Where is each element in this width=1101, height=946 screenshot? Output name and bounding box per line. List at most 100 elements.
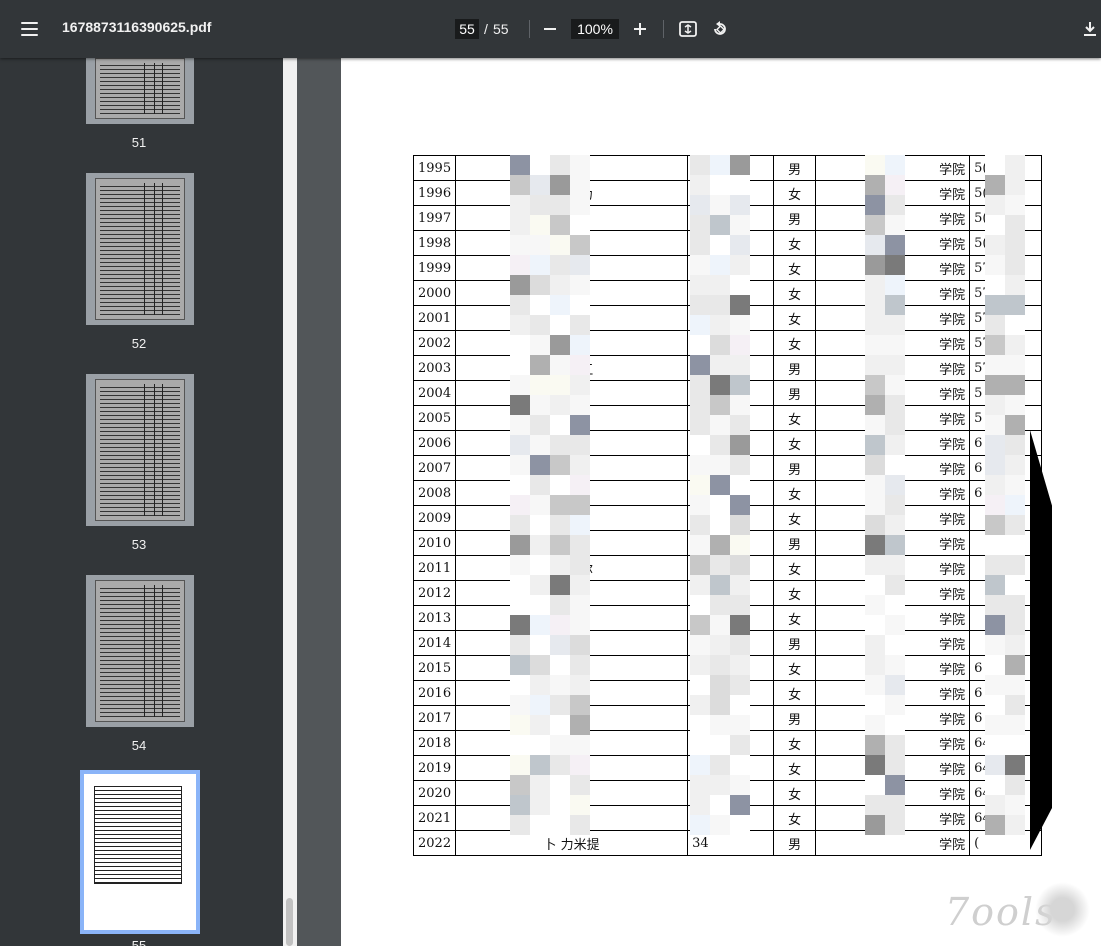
toolbar-divider [663, 20, 664, 38]
table-cell-sex: 女 [773, 680, 817, 706]
table-cell-no: 2005 [412, 405, 457, 431]
table-cell-no: 2002 [412, 330, 457, 356]
table-cell-no: 2014 [412, 630, 457, 656]
menu-icon [20, 22, 38, 24]
table-cell-no: 2018 [412, 730, 457, 756]
page-thumbnail[interactable] [86, 374, 194, 526]
table-cell-no: 2010 [412, 530, 457, 556]
table-cell-sex: 女 [773, 780, 817, 806]
table-cell-no: 1995 [412, 155, 457, 181]
zoom-in-icon [634, 23, 646, 35]
table-cell-no: 1996 [412, 180, 457, 206]
table-cell-sex: 男 [773, 630, 817, 656]
table-cell-no: 2015 [412, 655, 457, 681]
table-cell-sex: 男 [773, 205, 817, 231]
thumbnail-label: 53 [131, 537, 147, 552]
thumbnail-label: 52 [131, 336, 147, 351]
table-cell-no: 2006 [412, 430, 457, 456]
sidebar-scrollbar-thumb[interactable] [286, 898, 293, 946]
page-separator: / [484, 21, 488, 37]
table-cell-sex: 女 [773, 180, 817, 206]
table-cell-no: 1997 [412, 205, 457, 231]
watermark-splat [1035, 882, 1090, 937]
table-cell-no: 2001 [412, 305, 457, 331]
thumbnail-label: 55 [131, 938, 147, 946]
page-number-input[interactable] [455, 19, 479, 39]
table-cell-sex: 男 [773, 705, 817, 731]
table-cell-sex: 女 [773, 555, 817, 581]
menu-icon-line [20, 28, 38, 30]
page-thumbnail[interactable] [86, 58, 194, 124]
thumbnail-label: 51 [131, 135, 147, 150]
table-cell-sex: 男 [773, 380, 817, 406]
pdf-toolbar: 1678873116390625.pdf / 55 [0, 0, 1101, 58]
mosaic-blur [985, 155, 1025, 835]
table-cell-sex: 女 [773, 605, 817, 631]
table-cell-sex: 男 [773, 530, 817, 556]
table-cell-no: 2019 [412, 755, 457, 781]
table-cell-sex: 女 [773, 305, 817, 331]
menu-icon-line [20, 34, 38, 36]
table-cell-no: 2000 [412, 280, 457, 306]
table-cell-no: 2017 [412, 705, 457, 731]
table-cell-no: 2013 [412, 605, 457, 631]
document-title: 1678873116390625.pdf [62, 19, 212, 35]
table-cell-no: 2011 [412, 555, 457, 581]
table-cell-sex: 女 [773, 480, 817, 506]
thumbnail-sidebar: 51 52 53 54 55 [0, 58, 297, 946]
table-cell-sex: 男 [773, 155, 817, 181]
table-cell-no: 2020 [412, 780, 457, 806]
table-cell-no: 2004 [412, 380, 457, 406]
table-cell-sex: 女 [773, 430, 817, 456]
table-cell-sex: 女 [773, 805, 817, 831]
thumbnail-sheet [95, 580, 185, 722]
table-cell-sex: 女 [773, 755, 817, 781]
page-thumbnail[interactable] [86, 173, 194, 325]
rotate-icon [714, 21, 726, 35]
rotate-button[interactable] [705, 14, 735, 44]
thumbnail-sheet [95, 178, 185, 320]
table-cell-sex: 女 [773, 730, 817, 756]
zoom-out-button[interactable] [535, 14, 565, 44]
table-cell-no: 2022 [412, 830, 457, 856]
table-cell-sex: 女 [773, 230, 817, 256]
page-total: 55 [493, 21, 509, 37]
fit-page-button[interactable] [673, 14, 703, 44]
mosaic-blur [690, 155, 750, 835]
sidebar-scrollbar-track[interactable] [283, 58, 297, 946]
mosaic-blur [510, 155, 590, 835]
table-cell-sex: 女 [773, 280, 817, 306]
table-cell-no: 2009 [412, 505, 457, 531]
table-cell-no: 2016 [412, 680, 457, 706]
download-icon [1084, 22, 1096, 36]
table-cell-sex: 男 [773, 830, 817, 856]
menu-button[interactable] [14, 15, 44, 43]
zoom-input[interactable] [571, 19, 619, 39]
download-button[interactable] [1075, 14, 1101, 44]
table-cell-no: 2021 [412, 805, 457, 831]
thumbnail-sheet [94, 786, 182, 884]
thumbnail-sheet [95, 58, 185, 119]
fit-page-icon [679, 21, 697, 37]
zoom-out-icon [544, 28, 556, 30]
zoom-in-button[interactable] [625, 14, 655, 44]
table-cell-no: 2007 [412, 455, 457, 481]
page-thumbnail[interactable] [86, 575, 194, 727]
page-thumbnail-active[interactable] [80, 770, 200, 934]
mosaic-blur [865, 155, 905, 835]
table-cell-sex: 女 [773, 405, 817, 431]
table-cell-no: 2012 [412, 580, 457, 606]
table-cell-sex: 女 [773, 505, 817, 531]
thumbnail-label: 54 [131, 738, 147, 753]
table-cell-sex: 女 [773, 330, 817, 356]
table-cell-no: 2003 [412, 355, 457, 381]
thumbnail-sheet [95, 379, 185, 521]
table-cell-sex: 女 [773, 580, 817, 606]
table-cell-sex: 男 [773, 355, 817, 381]
table-cell-sex: 女 [773, 255, 817, 281]
toolbar-divider [529, 20, 530, 38]
table-cell-no: 1999 [412, 255, 457, 281]
table-cell-no: 2008 [412, 480, 457, 506]
table-cell-sex: 男 [773, 455, 817, 481]
table-cell-no: 1998 [412, 230, 457, 256]
